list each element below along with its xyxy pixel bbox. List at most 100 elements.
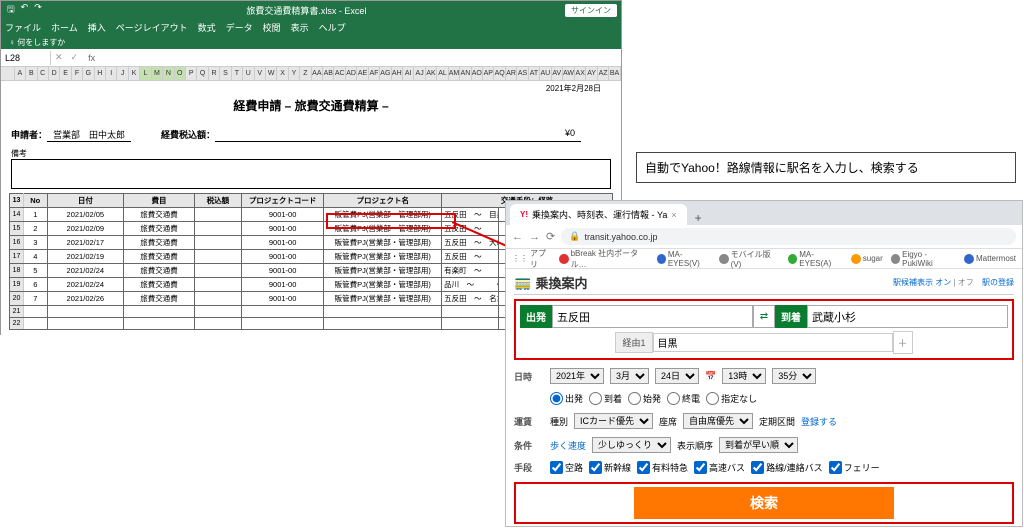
table-cell[interactable]: 9001-00 [241, 208, 323, 222]
table-cell[interactable]: 1 [24, 208, 48, 222]
col-header[interactable]: L [140, 67, 151, 80]
table-cell[interactable]: 五反田 ～ ～ 新木町 [442, 250, 499, 264]
ribbon-tab[interactable]: データ [226, 21, 253, 34]
table-cell[interactable]: 旅費交通費 [124, 264, 195, 278]
means-checkbox[interactable]: フェリー [829, 461, 880, 474]
table-cell[interactable]: 旅費交通費 [124, 278, 195, 292]
ribbon-tab[interactable]: 表示 [291, 21, 309, 34]
col-header[interactable]: E [60, 67, 71, 80]
col-header[interactable]: AH [392, 67, 403, 80]
year-select[interactable]: 2021年 [550, 368, 604, 384]
col-header[interactable]: K [129, 67, 140, 80]
walk-select[interactable]: 少しゆっくり [592, 437, 671, 453]
col-header[interactable]: AS [517, 67, 528, 80]
time-mode-radio[interactable]: 指定なし [706, 392, 757, 405]
col-header[interactable]: AE [357, 67, 368, 80]
col-header[interactable]: AV [552, 67, 563, 80]
add-via-icon[interactable]: ＋ [893, 331, 913, 354]
ribbon-tab[interactable]: ページレイアウト [116, 21, 188, 34]
col-header[interactable]: AJ [414, 67, 425, 80]
seat-select[interactable]: 自由席優先 [683, 413, 753, 429]
table-cell[interactable]: 2021/02/24 [47, 278, 124, 292]
table-cell[interactable]: 五反田 ～ ～ 浜松 [442, 222, 499, 236]
table-cell[interactable]: 2021/02/17 [47, 236, 124, 250]
tell-me[interactable]: ♀ 何をしますか [1, 35, 621, 49]
table-cell[interactable] [194, 208, 241, 222]
means-checkbox[interactable]: 新幹線 [589, 461, 631, 474]
table-cell[interactable]: 旅費交通費 [124, 222, 195, 236]
new-tab-button[interactable]: + [687, 211, 710, 225]
col-header[interactable]: N [163, 67, 174, 80]
table-cell[interactable]: 販管費PJ(営業部・管理部用) [324, 278, 442, 292]
col-header[interactable]: AD [346, 67, 357, 80]
table-cell[interactable]: 2021/02/05 [47, 208, 124, 222]
ribbon-tab[interactable]: ホーム [51, 21, 78, 34]
table-cell[interactable] [194, 236, 241, 250]
col-header[interactable]: U [243, 67, 254, 80]
time-mode-radio[interactable]: 始発 [628, 392, 661, 405]
undo-icon[interactable]: ↶ [21, 2, 29, 18]
col-header[interactable]: AO [472, 67, 483, 80]
table-cell[interactable]: 販管費PJ(営業部・管理部用) [324, 292, 442, 306]
col-header[interactable]: AR [506, 67, 517, 80]
day-select[interactable]: 24日 [655, 368, 699, 384]
table-cell[interactable]: 2 [24, 222, 48, 236]
col-header[interactable]: Z [300, 67, 311, 80]
save-icon[interactable]: 🖫 [7, 2, 15, 18]
opt-off[interactable]: オフ [958, 278, 974, 287]
col-header[interactable]: AW [563, 67, 575, 80]
col-header[interactable]: C [38, 67, 49, 80]
col-header[interactable]: AG [380, 67, 391, 80]
arrival-input[interactable] [807, 305, 1008, 328]
close-tab-icon[interactable]: × [671, 210, 676, 220]
signin-button[interactable]: サインイン [565, 4, 617, 17]
col-header[interactable]: AU [540, 67, 551, 80]
col-header[interactable]: AM [449, 67, 461, 80]
col-header[interactable]: F [72, 67, 83, 80]
fare-type-select[interactable]: ICカード優先 [574, 413, 653, 429]
col-header[interactable]: AB [323, 67, 334, 80]
table-cell[interactable]: 5 [24, 264, 48, 278]
table-cell[interactable]: 9001-00 [241, 264, 323, 278]
ribbon-tab[interactable]: 挿入 [88, 21, 106, 34]
fx-cancel-icon[interactable]: ✕ [51, 52, 67, 63]
col-header[interactable]: Q [197, 67, 208, 80]
fx-confirm-icon[interactable]: ✓ [67, 52, 83, 63]
table-cell[interactable]: 品川 ～ ～ 五反田 [442, 278, 499, 292]
means-checkbox[interactable]: 高速バス [694, 461, 745, 474]
bookmark-item[interactable]: Eigyo - PukiWiki [891, 250, 956, 268]
table-cell[interactable]: 2021/02/24 [47, 264, 124, 278]
bookmark-item[interactable]: Mattermost [964, 254, 1016, 264]
back-icon[interactable]: ← [512, 231, 523, 243]
opt-on[interactable]: オン [935, 278, 951, 287]
col-header[interactable]: AC [334, 67, 345, 80]
col-header[interactable]: W [266, 67, 277, 80]
col-header[interactable]: R [209, 67, 220, 80]
table-cell[interactable]: 2021/02/09 [47, 222, 124, 236]
col-header[interactable]: O [175, 67, 186, 80]
col-header[interactable]: AA [312, 67, 323, 80]
col-header[interactable]: Y [289, 67, 300, 80]
time-mode-radio[interactable]: 出発 [550, 392, 583, 405]
table-cell[interactable]: 販管費PJ(営業部・管理部用) [324, 208, 442, 222]
bookmark-item[interactable]: bBreak 社内ポータル… [559, 248, 648, 270]
col-header[interactable]: S [220, 67, 231, 80]
col-header[interactable]: AT [529, 67, 540, 80]
hour-select[interactable]: 13時 [722, 368, 766, 384]
table-cell[interactable]: 旅費交通費 [124, 236, 195, 250]
table-cell[interactable] [194, 250, 241, 264]
col-header[interactable]: BA [609, 67, 620, 80]
table-cell[interactable]: 五反田 ～ 名古屋 ～ 広島 [442, 292, 499, 306]
table-cell[interactable]: 2021/02/26 [47, 292, 124, 306]
table-cell[interactable] [194, 292, 241, 306]
time-mode-radio[interactable]: 到着 [589, 392, 622, 405]
table-cell[interactable]: 販管費PJ(営業部・管理部用) [324, 236, 442, 250]
table-cell[interactable]: 3 [24, 236, 48, 250]
reload-icon[interactable]: ⟳ [546, 230, 555, 243]
col-header[interactable]: V [255, 67, 266, 80]
month-select[interactable]: 3月 [610, 368, 649, 384]
departure-input[interactable] [552, 305, 753, 328]
col-header[interactable]: J [117, 67, 128, 80]
col-header[interactable]: B [26, 67, 37, 80]
col-header[interactable]: H [95, 67, 106, 80]
